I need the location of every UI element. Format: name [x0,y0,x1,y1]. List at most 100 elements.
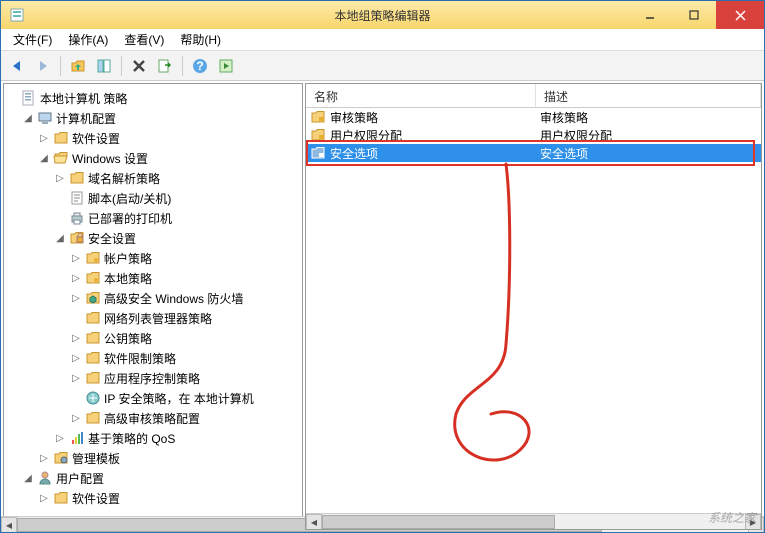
tree-app-control[interactable]: ▷ 应用程序控制策略 [6,368,300,388]
back-button[interactable] [5,54,29,78]
list-cell-desc: 审核策略 [540,109,588,126]
firewall-icon [85,290,101,306]
templates-icon [53,450,69,466]
list-scrollbar-h[interactable]: ◀ ▶ [306,513,761,529]
menu-file[interactable]: 文件(F) [5,29,60,50]
action-pane-button[interactable] [214,54,238,78]
policy-icon [21,90,37,106]
folder-icon [85,410,101,426]
folder-lock-icon [310,109,326,125]
col-name[interactable]: 名称 [306,84,536,107]
menubar: 文件(F) 操作(A) 查看(V) 帮助(H) [1,29,764,51]
expand-icon[interactable]: ▷ [38,453,50,464]
expand-icon[interactable]: ▷ [70,353,82,364]
list-cell-desc: 安全选项 [540,145,588,162]
expand-icon[interactable]: ▷ [54,173,66,184]
expand-icon[interactable]: ▷ [70,413,82,424]
tree-ip-security[interactable]: IP 安全策略，在 本地计算机 [6,388,300,408]
maximize-button[interactable] [672,1,716,29]
col-desc[interactable]: 描述 [536,84,761,107]
scroll-left-button[interactable]: ◀ [306,514,322,530]
show-hide-tree-button[interactable] [92,54,116,78]
tree-network-list[interactable]: 网络列表管理器策略 [6,308,300,328]
tree-label: IP 安全策略，在 本地计算机 [104,390,254,407]
folder-icon [53,490,69,506]
folder-icon [85,370,101,386]
expand-icon[interactable]: ▷ [70,373,82,384]
list-cell-desc: 用户权限分配 [540,127,612,144]
tree-admin-templates[interactable]: ▷ 管理模板 [6,448,300,468]
list-row[interactable]: 安全选项 安全选项 [306,144,761,162]
tree-user-config[interactable]: ◢ 用户配置 [6,468,300,488]
tree-local-policies[interactable]: ▷ 本地策略 [6,268,300,288]
forward-button[interactable] [31,54,55,78]
expand-icon[interactable]: ▷ [38,133,50,144]
help-button[interactable]: ? [188,54,212,78]
collapse-icon[interactable]: ◢ [22,473,34,484]
folder-lock-icon [85,250,101,266]
tree-policy-qos[interactable]: ▷ 基于策略的 QoS [6,428,300,448]
tree-account-policies[interactable]: ▷ 帐户策略 [6,248,300,268]
user-icon [37,470,53,486]
tree-scripts[interactable]: 脚本(启动/关机) [6,188,300,208]
minimize-button[interactable] [628,1,672,29]
folder-open-icon [53,150,69,166]
tree-advanced-firewall[interactable]: ▷ 高级安全 Windows 防火墙 [6,288,300,308]
tree-name-resolution[interactable]: ▷ 域名解析策略 [6,168,300,188]
tree-label: 软件设置 [72,130,120,147]
expand-icon[interactable]: ▷ [70,273,82,284]
folder-icon [85,350,101,366]
up-folder-button[interactable] [66,54,90,78]
tree-label: 用户配置 [56,470,104,487]
app-icon [9,7,25,23]
list-cell-name: 审核策略 [330,109,378,126]
collapse-icon[interactable]: ◢ [22,113,34,124]
tree-label: 本地计算机 策略 [40,90,127,107]
export-button[interactable] [153,54,177,78]
list-row[interactable]: 用户权限分配用户权限分配 [306,126,761,144]
close-button[interactable] [716,1,764,29]
list-panel[interactable]: 名称 描述 审核策略 审核策略用户权限分配用户权限分配安全选项 安全选项 ◀ ▶ [305,83,762,530]
collapse-icon[interactable]: ◢ [38,153,50,164]
menu-view[interactable]: 查看(V) [116,29,172,50]
toolbar-separator [60,56,61,76]
expand-icon[interactable]: ▷ [70,253,82,264]
tree-software-settings[interactable]: ▷ 软件设置 [6,128,300,148]
tree-label: 脚本(启动/关机) [88,190,171,207]
collapse-icon[interactable]: ◢ [54,233,66,244]
tree-root[interactable]: 本地计算机 策略 [6,88,300,108]
tree-label: 公钥策略 [104,330,152,347]
tree-scrollbar-h[interactable]: ◀ ▶ [3,516,303,530]
menu-action[interactable]: 操作(A) [60,29,116,50]
tree-software-restriction[interactable]: ▷ 软件限制策略 [6,348,300,368]
tree-panel[interactable]: 本地计算机 策略 ◢ 计算机配置 ▷ 软件设置 ◢ Windows 设置 [3,83,303,530]
expand-icon[interactable]: ▷ [38,493,50,504]
expand-icon[interactable]: ▷ [70,293,82,304]
scroll-left-button[interactable]: ◀ [3,517,17,530]
list-row[interactable]: 审核策略 审核策略 [306,108,761,126]
delete-button[interactable] [127,54,151,78]
toolbar: ? [1,51,764,81]
toolbar-separator [182,56,183,76]
list-header: 名称 描述 [306,84,761,108]
tree-label: 基于策略的 QoS [88,430,175,447]
folder-lock-icon [310,127,326,143]
tree-security-settings[interactable]: ◢ 安全设置 [6,228,300,248]
ipsec-icon [85,390,101,406]
list-cell-name: 安全选项 [330,145,378,162]
tree-public-key[interactable]: ▷ 公钥策略 [6,328,300,348]
tree-computer-config[interactable]: ◢ 计算机配置 [6,108,300,128]
expand-icon[interactable]: ▷ [70,333,82,344]
tree-label: 软件设置 [72,490,120,507]
tree-label: 网络列表管理器策略 [104,310,212,327]
tree-windows-settings[interactable]: ◢ Windows 设置 [6,148,300,168]
expand-icon[interactable]: ▷ [54,433,66,444]
qos-icon [69,430,85,446]
tree-user-software-settings[interactable]: ▷ 软件设置 [6,488,300,508]
tree-label: 本地策略 [104,270,152,287]
tree-deployed-printers[interactable]: 已部署的打印机 [6,208,300,228]
menu-help[interactable]: 帮助(H) [172,29,229,50]
folder-lock-icon [85,270,101,286]
tree-advanced-audit[interactable]: ▷ 高级审核策略配置 [6,408,300,428]
svg-text:?: ? [196,59,203,73]
